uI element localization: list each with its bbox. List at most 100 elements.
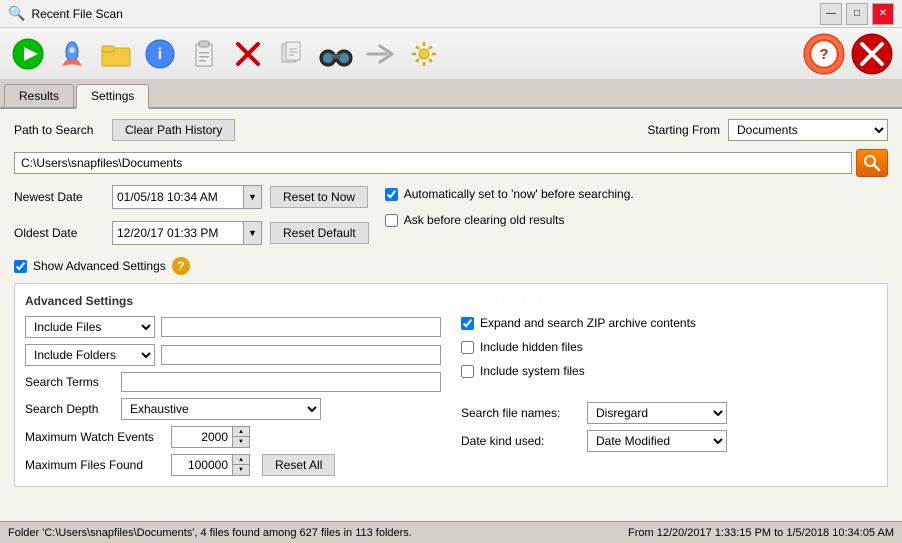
filter1-input[interactable]	[161, 317, 441, 337]
system-files-row: Include system files	[461, 364, 877, 378]
app-icon: 🔍	[8, 5, 25, 22]
app-window: 🔍 Recent File Scan — □ ✕ i	[0, 0, 902, 543]
newest-date-input-wrapper: ▼	[112, 185, 262, 209]
max-files-row: Maximum Files Found ▲ ▼ Reset All	[25, 454, 441, 476]
auto-now-row: Automatically set to 'now' before search…	[385, 187, 634, 201]
path-header-row: Path to Search Clear Path History Starti…	[14, 119, 888, 141]
oldest-date-calendar-button[interactable]: ▼	[243, 222, 261, 244]
toolbar: i ?	[0, 28, 902, 80]
filter2-row: Include Folders Exclude Folders	[25, 344, 441, 366]
settings-button[interactable]	[404, 34, 444, 74]
advanced-settings-title: Advanced Settings	[25, 294, 877, 308]
advanced-settings-box: Advanced Settings Include Files Exclude …	[14, 283, 888, 487]
search-names-label: Search file names:	[461, 406, 581, 420]
close-button[interactable]: ✕	[872, 3, 894, 25]
minimize-button[interactable]: —	[820, 3, 842, 25]
path-label: Path to Search	[14, 123, 104, 137]
search-terms-label: Search Terms	[25, 375, 115, 389]
settings-panel: ⚙ SnapFiles Path to Search Clear Path Hi…	[0, 109, 902, 543]
filter2-select[interactable]: Include Folders Exclude Folders	[25, 344, 155, 366]
date-kind-select[interactable]: Date Modified Date Created Date Accessed	[587, 430, 727, 452]
help-advanced-icon[interactable]: ?	[172, 257, 190, 275]
ask-clear-row: Ask before clearing old results	[385, 213, 634, 227]
max-watch-down-button[interactable]: ▼	[233, 437, 249, 447]
expand-zip-row: Expand and search ZIP archive contents	[461, 316, 877, 330]
title-bar: 🔍 Recent File Scan — □ ✕	[0, 0, 902, 28]
max-files-input[interactable]	[172, 456, 232, 474]
close-app-button[interactable]	[850, 32, 894, 76]
auto-now-checkbox[interactable]	[385, 188, 398, 201]
starting-from-label: Starting From	[647, 123, 720, 137]
delete-button[interactable]	[228, 34, 268, 74]
hidden-files-row: Include hidden files	[461, 340, 877, 354]
reset-to-now-button[interactable]: Reset to Now	[270, 186, 368, 208]
max-files-down-button[interactable]: ▼	[233, 465, 249, 475]
clear-path-button[interactable]: Clear Path History	[112, 119, 235, 141]
status-left: Folder 'C:\Users\snapfiles\Documents', 4…	[8, 527, 412, 539]
info-button[interactable]: i	[140, 34, 180, 74]
help-button[interactable]: ?	[802, 32, 846, 76]
advanced-grid: Include Files Exclude Files Include Fold…	[25, 316, 877, 476]
tab-bar: Results Settings	[0, 80, 902, 109]
max-files-spinner-btns: ▲ ▼	[232, 455, 249, 475]
path-input[interactable]	[14, 152, 852, 174]
advanced-left-column: Include Files Exclude Files Include Fold…	[25, 316, 441, 476]
search-path-button[interactable]	[856, 149, 888, 177]
max-watch-spinner-btns: ▲ ▼	[232, 427, 249, 447]
search-names-select[interactable]: Disregard Include Only	[587, 402, 727, 424]
window-title: Recent File Scan	[31, 7, 122, 21]
newest-date-row: Newest Date ▼ Reset to Now	[14, 185, 369, 209]
path-input-row	[14, 149, 888, 177]
binoculars-button[interactable]	[316, 34, 356, 74]
max-files-up-button[interactable]: ▲	[233, 455, 249, 465]
system-files-label: Include system files	[480, 364, 585, 378]
ask-clear-label: Ask before clearing old results	[404, 213, 565, 227]
play-button[interactable]	[8, 34, 48, 74]
clipboard-button[interactable]	[184, 34, 224, 74]
ask-clear-checkbox[interactable]	[385, 214, 398, 227]
right-checkboxes: Expand and search ZIP archive contents I…	[461, 316, 877, 382]
oldest-date-label: Oldest Date	[14, 226, 104, 240]
max-files-spinner: ▲ ▼	[171, 454, 250, 476]
svg-text:i: i	[158, 46, 162, 63]
expand-zip-label: Expand and search ZIP archive contents	[480, 316, 696, 330]
advanced-right-column: Expand and search ZIP archive contents I…	[461, 316, 877, 476]
filter2-input[interactable]	[161, 345, 441, 365]
auto-now-label: Automatically set to 'now' before search…	[404, 187, 634, 201]
filter1-row: Include Files Exclude Files	[25, 316, 441, 338]
starting-from-select[interactable]: Documents Desktop Downloads My Computer	[728, 119, 888, 141]
show-advanced-checkbox[interactable]	[14, 260, 27, 273]
tab-settings[interactable]: Settings	[76, 84, 149, 109]
max-watch-label: Maximum Watch Events	[25, 430, 165, 444]
reset-default-button[interactable]: Reset Default	[270, 222, 369, 244]
filter1-select[interactable]: Include Files Exclude Files	[25, 316, 155, 338]
reset-all-button[interactable]: Reset All	[262, 454, 335, 476]
files-button[interactable]	[272, 34, 312, 74]
rocket-button[interactable]	[52, 34, 92, 74]
svg-text:?: ?	[819, 46, 828, 63]
newest-date-input[interactable]	[113, 188, 243, 206]
status-bar: Folder 'C:\Users\snapfiles\Documents', 4…	[0, 521, 902, 543]
search-names-row: Search file names: Disregard Include Onl…	[461, 402, 877, 424]
tab-results[interactable]: Results	[4, 84, 74, 107]
max-watch-up-button[interactable]: ▲	[233, 427, 249, 437]
max-watch-input[interactable]	[172, 428, 232, 446]
max-files-label: Maximum Files Found	[25, 458, 165, 472]
arrow-button[interactable]	[360, 34, 400, 74]
status-right: From 12/20/2017 1:33:15 PM to 1/5/2018 1…	[628, 527, 894, 539]
title-bar-left: 🔍 Recent File Scan	[8, 5, 123, 22]
newest-date-calendar-button[interactable]: ▼	[243, 186, 261, 208]
hidden-files-label: Include hidden files	[480, 340, 583, 354]
depth-select[interactable]: Exhaustive Shallow Medium	[121, 398, 321, 420]
system-files-checkbox[interactable]	[461, 365, 474, 378]
date-kind-row: Date kind used: Date Modified Date Creat…	[461, 430, 877, 452]
title-bar-controls: — □ ✕	[820, 3, 894, 25]
newest-date-label: Newest Date	[14, 190, 104, 204]
max-watch-row: Maximum Watch Events ▲ ▼	[25, 426, 441, 448]
expand-zip-checkbox[interactable]	[461, 317, 474, 330]
open-folder-button[interactable]	[96, 34, 136, 74]
maximize-button[interactable]: □	[846, 3, 868, 25]
search-terms-input[interactable]	[121, 372, 441, 392]
oldest-date-input[interactable]	[113, 224, 243, 242]
hidden-files-checkbox[interactable]	[461, 341, 474, 354]
